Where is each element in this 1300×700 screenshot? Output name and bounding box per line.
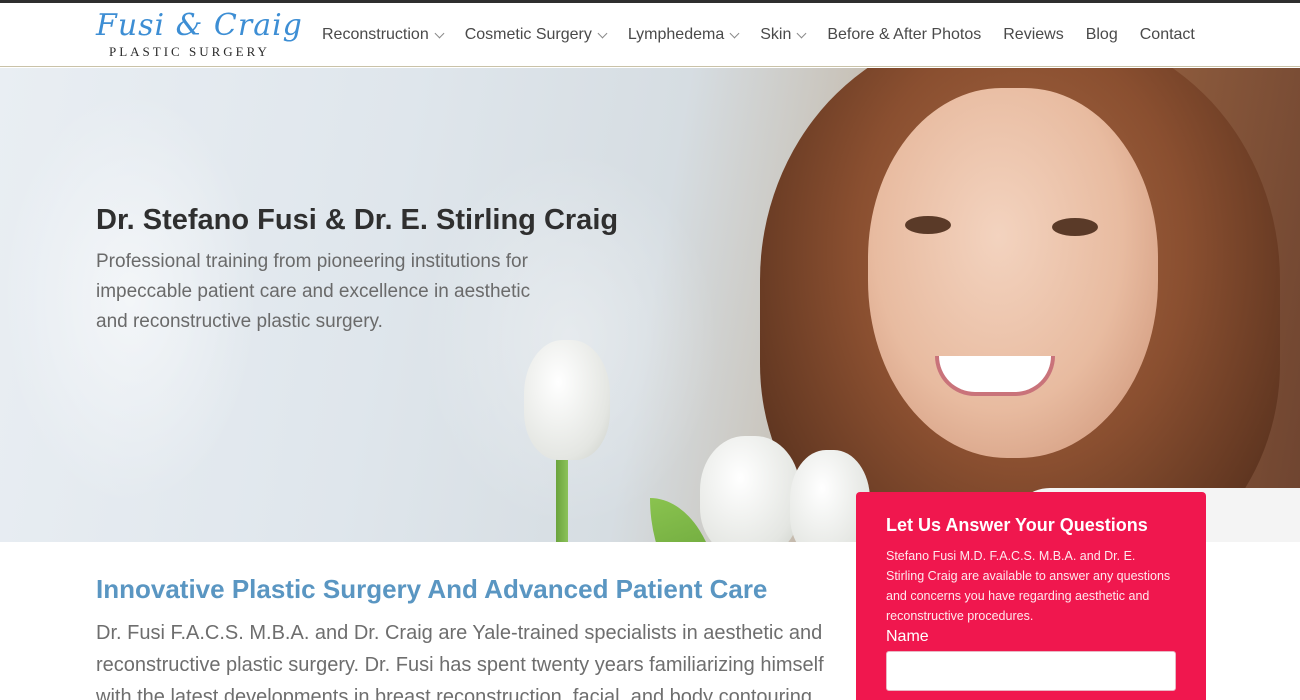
tulip-stem bbox=[556, 448, 568, 542]
intro-heading: Innovative Plastic Surgery And Advanced … bbox=[96, 574, 768, 604]
nav-item-skin[interactable]: Skin bbox=[760, 26, 807, 44]
hero-banner: Dr. Stefano Fusi & Dr. E. Stirling Craig… bbox=[0, 68, 1300, 542]
nav-item-label: Skin bbox=[760, 26, 792, 43]
hero-photo-eye bbox=[905, 216, 951, 234]
hero-photo-face bbox=[868, 88, 1158, 458]
nav-item-label: Blog bbox=[1085, 26, 1118, 43]
chevron-down-icon bbox=[729, 28, 740, 38]
chevron-down-icon bbox=[434, 28, 445, 38]
nav-item-before-after-photos[interactable]: Before & After Photos bbox=[827, 26, 981, 44]
hero-subtitle: Professional training from pioneering in… bbox=[96, 251, 531, 332]
chevron-down-icon bbox=[597, 28, 608, 38]
logo-subtitle: PLASTIC SURGERY bbox=[109, 44, 270, 59]
intro-body: Dr. Fusi F.A.C.S. M.B.A. and Dr. Craig a… bbox=[96, 622, 824, 700]
nav-item-label: Reviews bbox=[1003, 26, 1064, 43]
nav-item-reviews[interactable]: Reviews bbox=[1003, 26, 1063, 44]
nav-item-label: Lymphedema bbox=[627, 26, 725, 43]
site-header: Fusi & Craig PLASTIC SURGERY Reconstruct… bbox=[0, 3, 1300, 67]
nav-item-label: Contact bbox=[1139, 26, 1195, 43]
hero-title: Dr. Stefano Fusi & Dr. E. Stirling Craig bbox=[96, 204, 619, 236]
name-label: Name bbox=[886, 628, 929, 645]
nav-item-blog[interactable]: Blog bbox=[1086, 26, 1118, 44]
main-nav: Reconstruction Cosmetic Surgery Lymphede… bbox=[322, 3, 1195, 67]
hero-text: Dr. Stefano Fusi & Dr. E. Stirling Craig… bbox=[96, 204, 656, 337]
nav-item-label: Before & After Photos bbox=[827, 26, 982, 43]
hero-photo-eye bbox=[1052, 218, 1098, 236]
name-field[interactable] bbox=[886, 651, 1176, 691]
logo[interactable]: Fusi & Craig PLASTIC SURGERY bbox=[96, 8, 302, 62]
tulip-flower bbox=[700, 436, 800, 542]
contact-form-card: Let Us Answer Your Questions Stefano Fus… bbox=[856, 492, 1206, 700]
nav-item-label: Cosmetic Surgery bbox=[464, 26, 592, 43]
nav-item-reconstruction[interactable]: Reconstruction bbox=[322, 26, 445, 44]
logo-script: Fusi & Craig bbox=[96, 8, 303, 43]
chevron-down-icon bbox=[796, 28, 807, 38]
nav-item-cosmetic-surgery[interactable]: Cosmetic Surgery bbox=[464, 26, 608, 44]
form-title: Let Us Answer Your Questions bbox=[886, 515, 1148, 535]
intro-section: Innovative Plastic Surgery And Advanced … bbox=[96, 574, 836, 700]
nav-item-contact[interactable]: Contact bbox=[1140, 26, 1195, 44]
nav-item-label: Reconstruction bbox=[322, 26, 429, 43]
form-description: Stefano Fusi M.D. F.A.C.S. M.B.A. and Dr… bbox=[886, 549, 1171, 623]
tulip-flower bbox=[524, 340, 610, 460]
nav-item-lymphedema[interactable]: Lymphedema bbox=[627, 26, 740, 44]
